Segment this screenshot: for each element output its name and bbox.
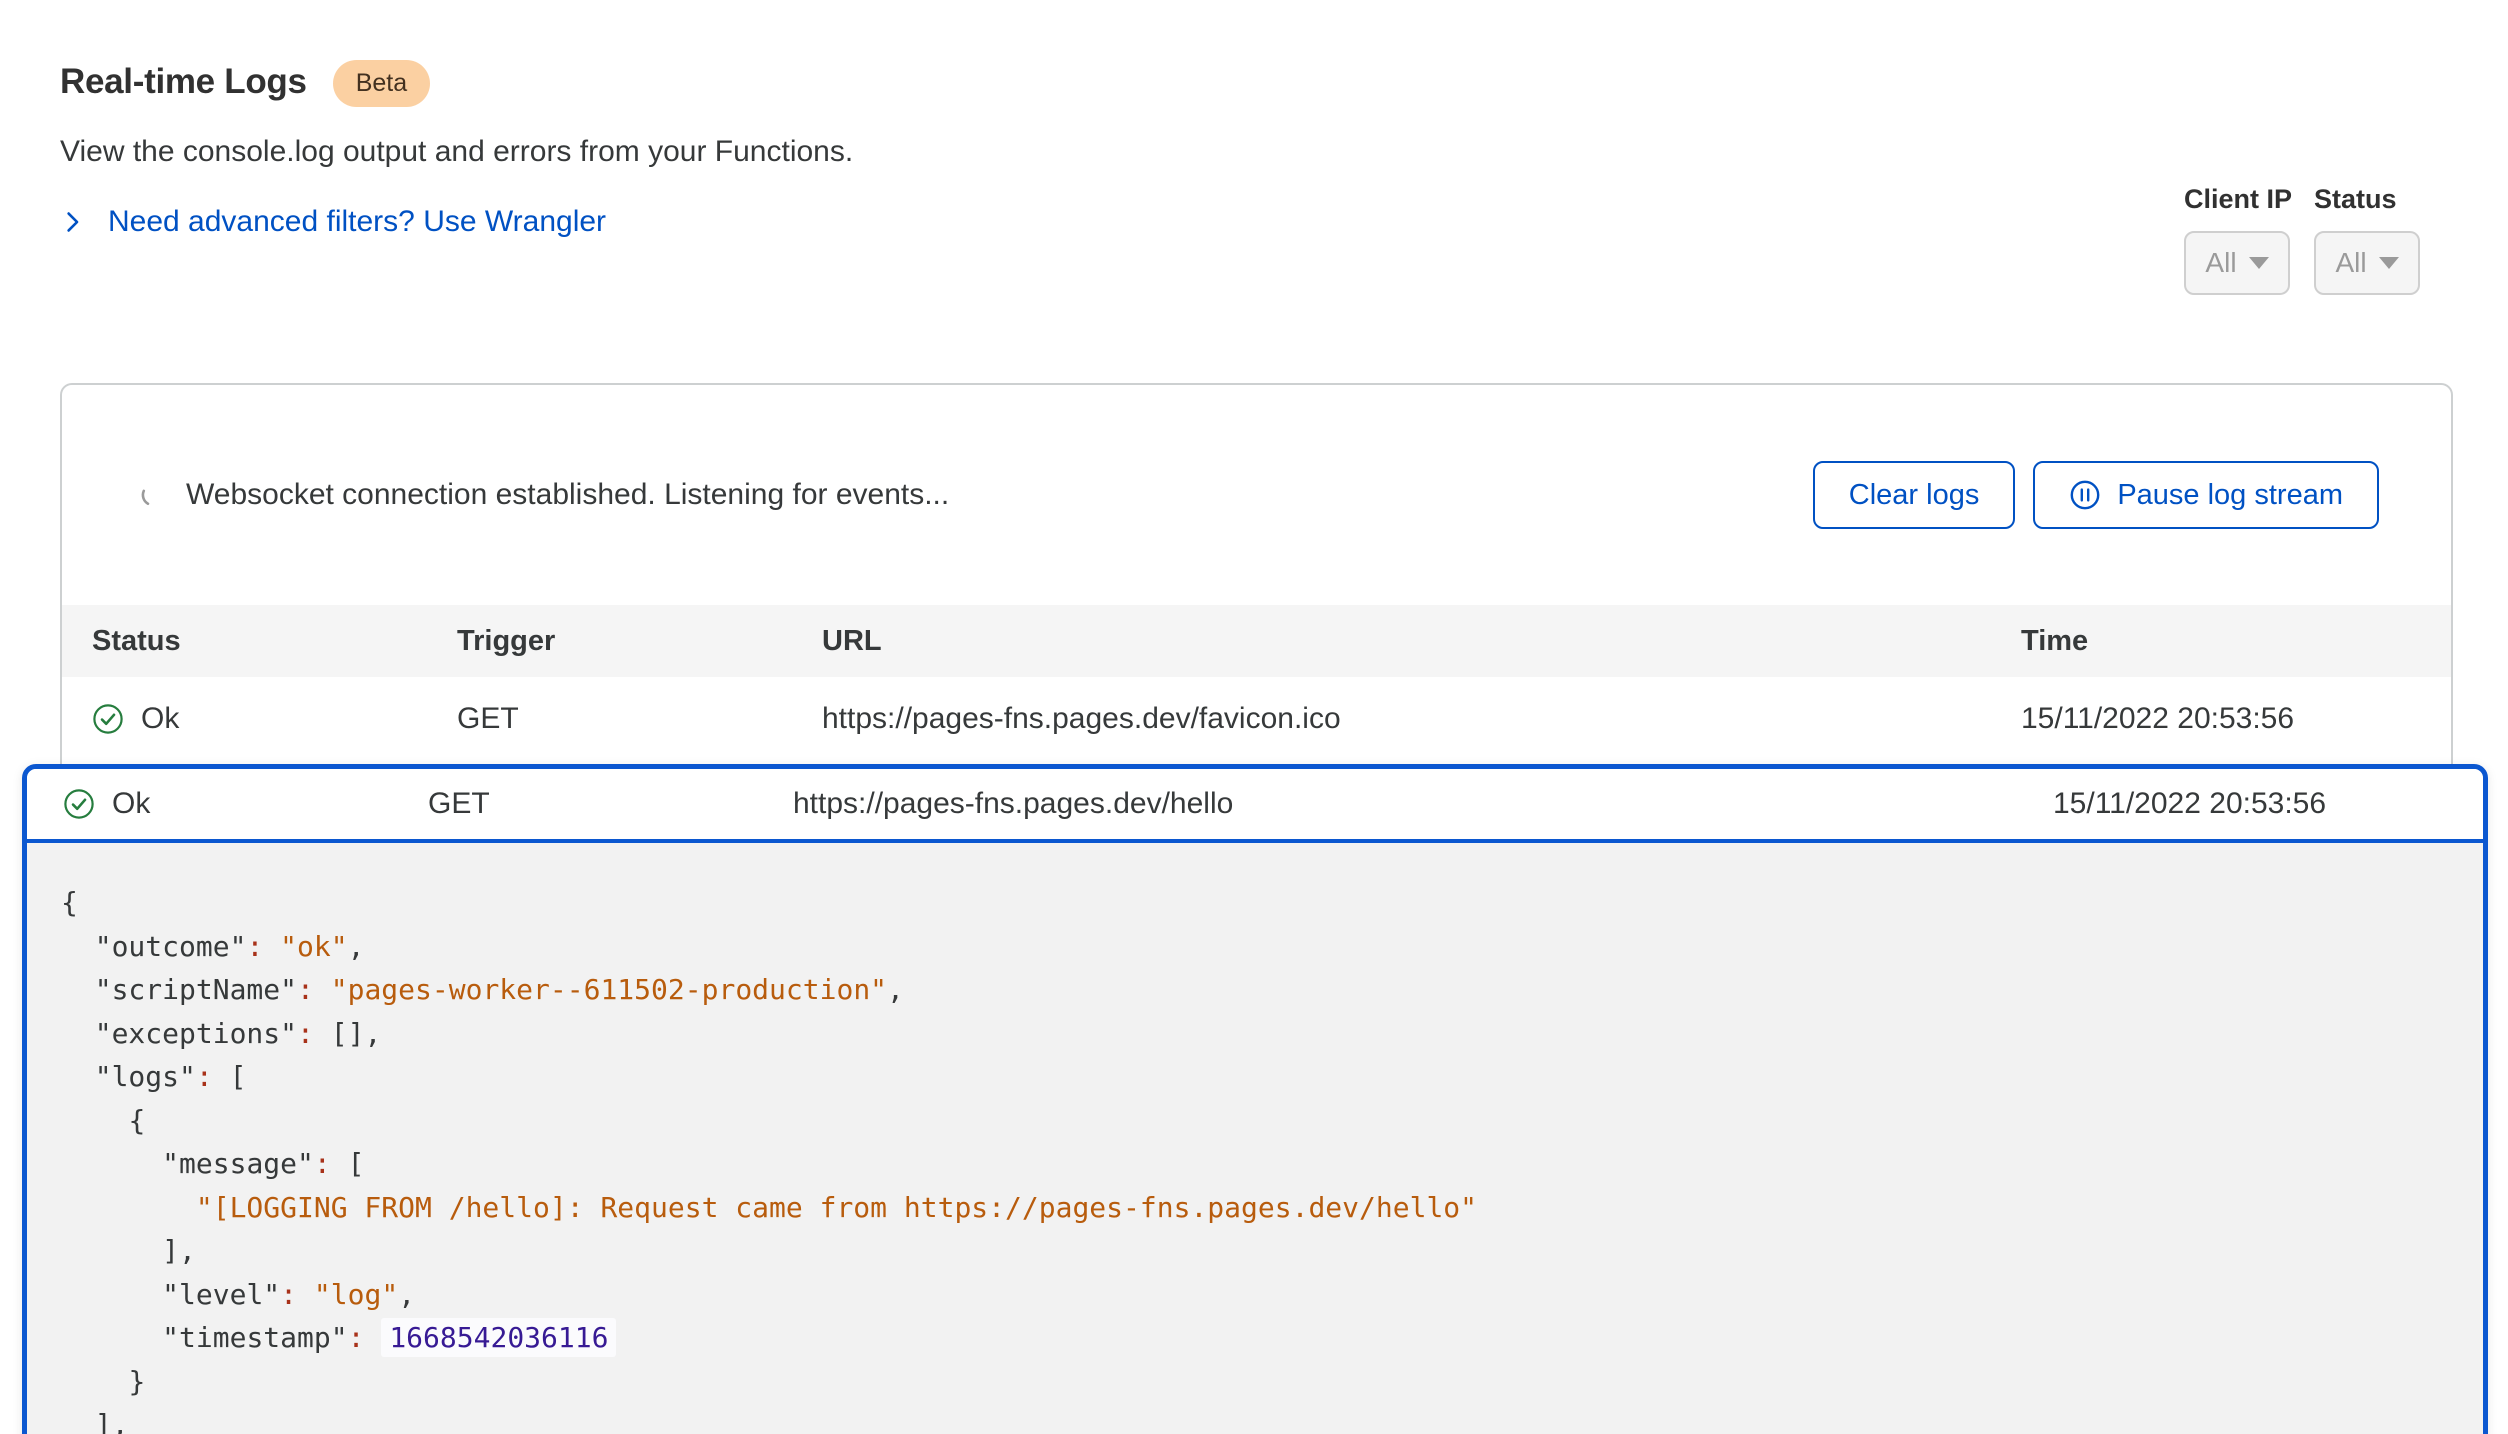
page-title: Real-time Logs: [60, 62, 307, 102]
beta-badge: Beta: [333, 60, 430, 107]
table-header: Status Trigger URL Time: [62, 605, 2451, 677]
column-header-trigger: Trigger: [457, 625, 822, 658]
table-row[interactable]: Ok GET https://pages-fns.pages.dev/favic…: [62, 677, 2451, 761]
filters: Client IP All Status All: [2184, 184, 2420, 295]
caret-down-icon: [2249, 257, 2269, 269]
log-time: 15/11/2022 20:53:56: [2053, 787, 2483, 821]
title-row: Real-time Logs Beta: [60, 58, 853, 105]
caret-down-icon: [2379, 257, 2399, 269]
status-dropdown[interactable]: All: [2314, 231, 2420, 295]
stream-status-text: Websocket connection established. Listen…: [186, 478, 949, 512]
pause-log-stream-button[interactable]: Pause log stream: [2033, 461, 2379, 529]
table-row-selected[interactable]: Ok GET https://pages-fns.pages.dev/hello…: [27, 769, 2483, 843]
log-trigger: GET: [457, 702, 822, 736]
client-ip-filter: Client IP All: [2184, 184, 2292, 295]
clear-logs-button[interactable]: Clear logs: [1813, 461, 2016, 529]
clear-logs-label: Clear logs: [1849, 479, 1980, 512]
advanced-filters-link[interactable]: Need advanced filters? Use Wrangler: [60, 205, 853, 239]
expanded-log-row: Ok GET https://pages-fns.pages.dev/hello…: [22, 764, 2488, 1434]
log-url: https://pages-fns.pages.dev/hello: [793, 787, 2053, 821]
client-ip-dropdown[interactable]: All: [2184, 231, 2290, 295]
log-detail-json: { "outcome": "ok", "scriptName": "pages-…: [27, 843, 2483, 1434]
advanced-filters-link-label: Need advanced filters? Use Wrangler: [108, 205, 606, 239]
log-status: Ok: [112, 787, 150, 821]
column-header-status: Status: [92, 625, 457, 658]
log-status-cell: Ok: [63, 787, 428, 821]
page-header: Real-time Logs Beta View the console.log…: [60, 58, 853, 239]
status-filter-label: Status: [2314, 184, 2420, 215]
client-ip-label: Client IP: [2184, 184, 2292, 215]
page-subtitle: View the console.log output and errors f…: [60, 135, 853, 169]
log-status: Ok: [141, 702, 179, 736]
spinner-icon: [140, 482, 166, 508]
stream-status: Websocket connection established. Listen…: [140, 478, 949, 512]
log-url: https://pages-fns.pages.dev/favicon.ico: [822, 702, 2021, 736]
status-filter: Status All: [2314, 184, 2420, 295]
check-circle-icon: [63, 788, 95, 820]
stream-actions: Clear logs Pause log stream: [1813, 461, 2379, 529]
stream-status-bar: Websocket connection established. Listen…: [62, 385, 2451, 605]
log-status-cell: Ok: [92, 702, 457, 736]
log-time: 15/11/2022 20:53:56: [2021, 702, 2451, 736]
column-header-url: URL: [822, 625, 2021, 658]
log-trigger: GET: [428, 787, 793, 821]
realtime-logs-page: Real-time Logs Beta View the console.log…: [0, 0, 2508, 1434]
column-header-time: Time: [2021, 625, 2451, 658]
status-dropdown-value: All: [2335, 247, 2366, 279]
pause-circle-icon: [2069, 479, 2101, 511]
chevron-right-icon: [60, 209, 86, 235]
client-ip-dropdown-value: All: [2205, 247, 2236, 279]
pause-log-stream-label: Pause log stream: [2117, 479, 2343, 512]
check-circle-icon: [92, 703, 124, 735]
